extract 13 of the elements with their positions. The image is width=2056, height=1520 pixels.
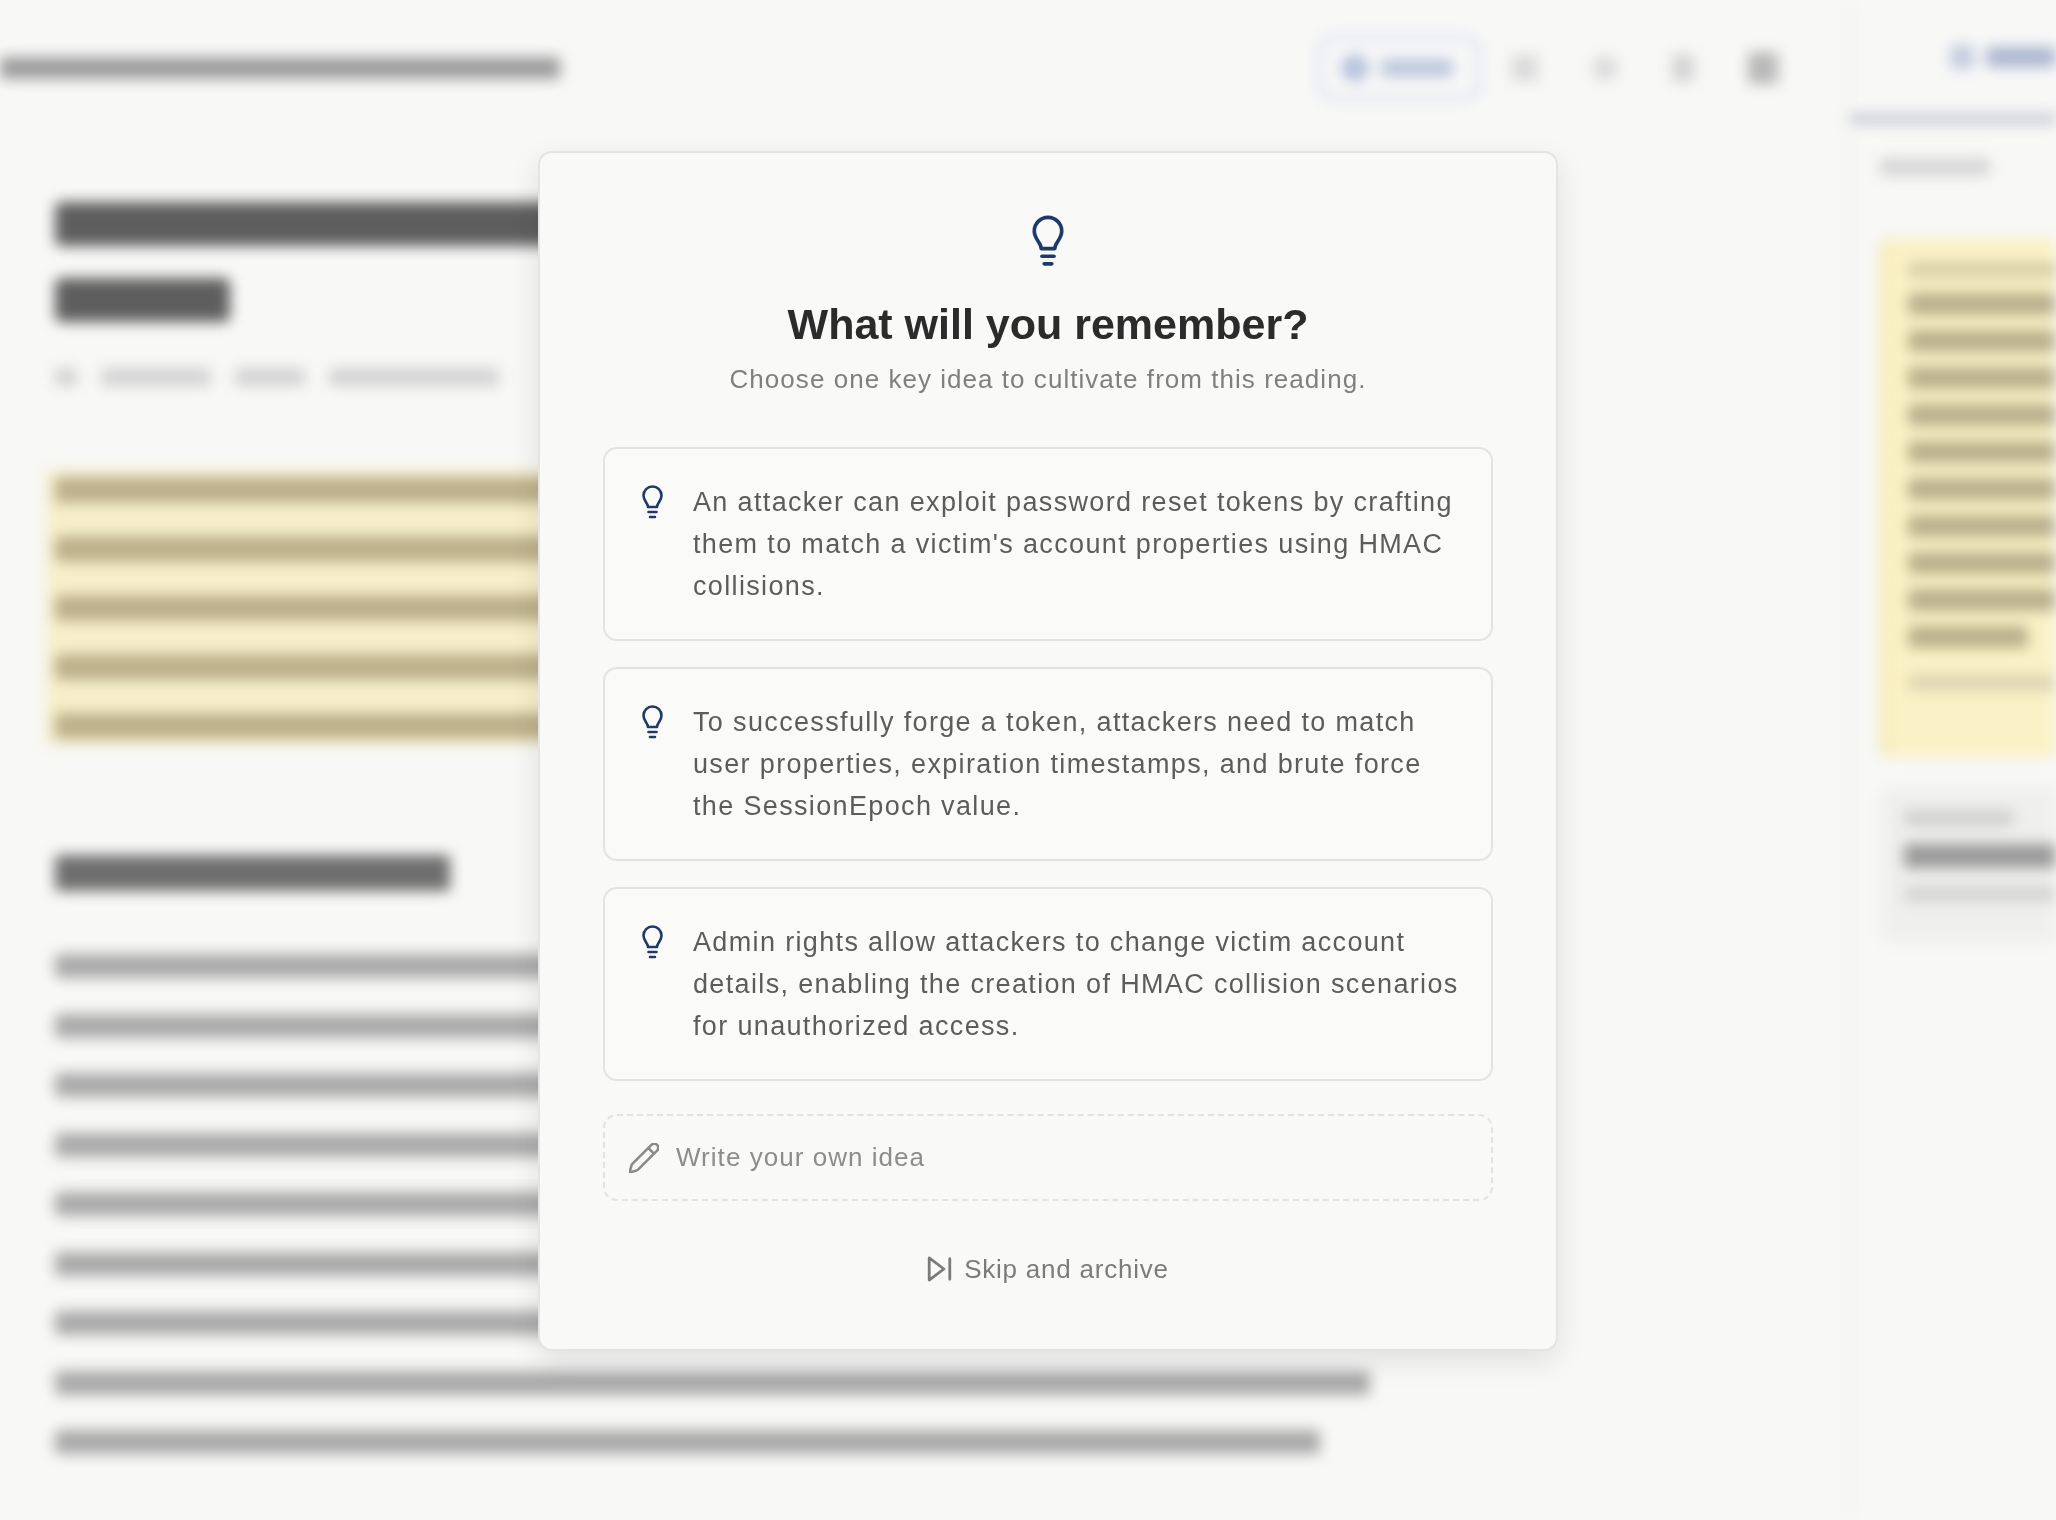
lightbulb-icon	[642, 485, 663, 519]
lightbulb-icon	[1032, 215, 1064, 267]
idea-option[interactable]: To successfully forge a token, attackers need to match user properties, expiration timestamps, and brute force the SessionEpoch value.	[603, 667, 1493, 861]
lightbulb-icon	[642, 705, 663, 739]
skip-button[interactable]: Skip and archive	[921, 1247, 1175, 1291]
dialog-title: What will you remember?	[787, 299, 1309, 349]
dialog-subtitle: Choose one key idea to cultivate from this reading.	[729, 363, 1367, 395]
idea-input-field[interactable]: Write your own idea	[603, 1114, 1493, 1201]
idea-option[interactable]: Admin rights allow attackers to change victim account details, enabling the creation of HMAC collision scenarios for unauthorized access.	[603, 887, 1493, 1081]
pencil-icon	[629, 1143, 659, 1173]
skip-forward-icon	[927, 1255, 953, 1283]
lightbulb-icon	[642, 925, 663, 959]
idea-option[interactable]: An attacker can exploit password reset tokens by crafting them to match a victim's account properties using HMAC collisions.	[603, 447, 1493, 641]
